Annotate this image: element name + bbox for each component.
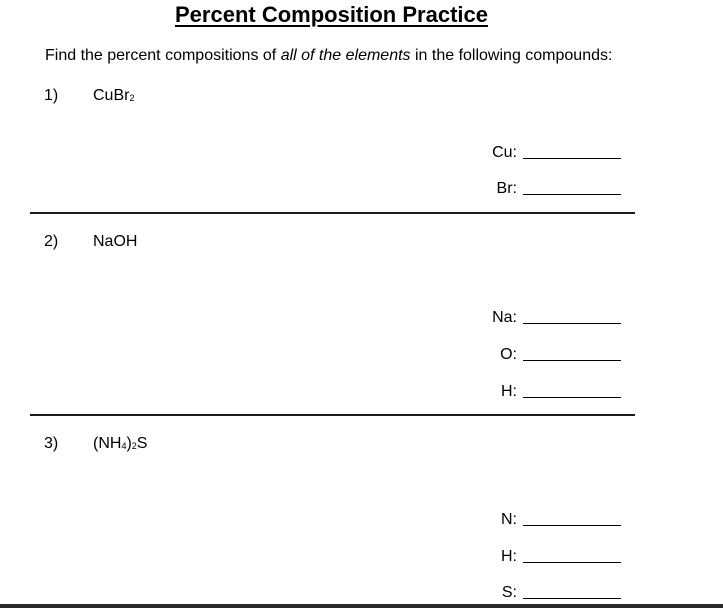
element-label: N:: [501, 511, 517, 528]
problem-1-formula: CuBr2: [93, 87, 134, 105]
answer-blank[interactable]: [523, 323, 621, 324]
element-label: H:: [501, 548, 517, 565]
formula-part: S: [136, 435, 148, 452]
element-label: H:: [501, 383, 517, 400]
element-label: Br:: [496, 180, 517, 197]
instructions: Find the percent compositions of all of …: [45, 47, 612, 65]
formula-part: NaOH: [93, 233, 138, 250]
problem-2-number: 2): [44, 233, 59, 250]
answer-blank[interactable]: [523, 194, 621, 195]
answer-blank[interactable]: [523, 397, 621, 398]
answer-blank[interactable]: [523, 562, 621, 563]
instructions-text: Find the percent compositions of: [45, 47, 281, 64]
formula-part: CuBr: [93, 87, 130, 104]
answer-blank[interactable]: [523, 598, 621, 599]
answer-blank[interactable]: [523, 360, 621, 361]
formula-subscript: 2: [129, 93, 135, 103]
answer-blank[interactable]: [523, 158, 621, 159]
element-label: S:: [501, 584, 517, 601]
element-label: Cu:: [492, 144, 517, 161]
answer-blank[interactable]: [523, 525, 621, 526]
page-title: Percent Composition Practice: [175, 2, 488, 27]
answer-row-o: O:: [470, 343, 621, 363]
formula-part: (NH: [93, 435, 122, 452]
section-divider: [30, 414, 635, 416]
page-bottom-edge: [0, 604, 723, 608]
element-label: Na:: [492, 309, 517, 326]
answer-row-n: N:: [470, 508, 621, 528]
answer-row-na: Na:: [470, 306, 621, 326]
answer-row-h: H:: [470, 380, 621, 400]
answer-row-h: H:: [470, 545, 621, 565]
instructions-emphasis: all of the elements: [280, 47, 411, 64]
answer-row-br: Br:: [470, 177, 621, 197]
answer-row-s: S:: [470, 581, 621, 601]
problem-3-formula: (NH4)2S: [93, 435, 147, 453]
instructions-text-end: in the following compounds:: [410, 47, 613, 64]
problem-2-formula: NaOH: [93, 233, 137, 251]
problem-1-number: 1): [44, 87, 59, 104]
element-label: O:: [500, 346, 517, 363]
answer-row-cu: Cu:: [470, 141, 621, 161]
section-divider: [30, 212, 635, 214]
problem-3-number: 3): [44, 435, 59, 452]
